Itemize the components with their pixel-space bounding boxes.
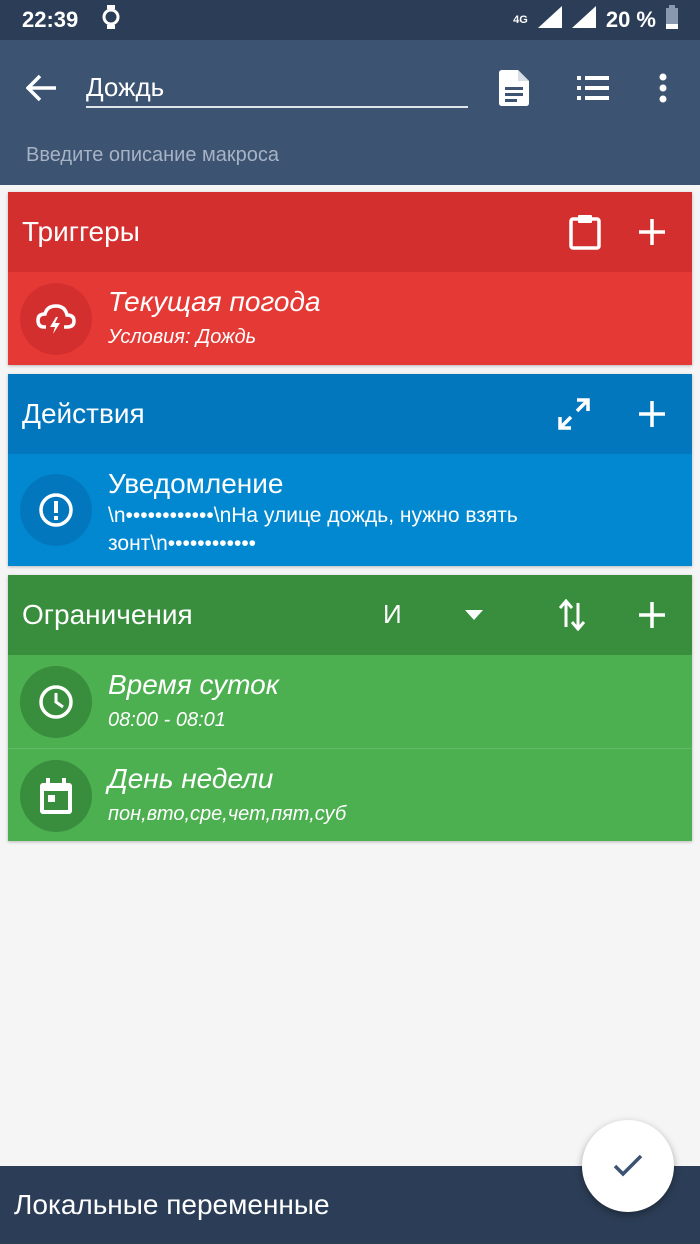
check-icon [613,1154,643,1177]
macro-description-input[interactable]: Введите описание макроса [26,144,279,167]
constraint-title: Время суток [108,669,279,700]
document-icon[interactable] [492,66,536,110]
watch-icon [102,5,120,35]
constraint-item-day[interactable]: День недели пон,вто,сре,чет,пят,суб [8,748,692,841]
network-type: 4G [513,13,528,26]
triggers-title: Триггеры [22,216,140,247]
clock-icon [20,666,92,738]
action-item[interactable]: Уведомление \n••••••••••••\nНа улице дож… [8,454,692,566]
add-trigger-icon[interactable] [630,210,674,254]
constraints-title: Ограничения [22,599,193,630]
constraints-header: Ограничения И [8,575,692,655]
save-button[interactable] [582,1120,674,1212]
expand-icon[interactable] [552,392,596,436]
actions-title: Действия [22,398,145,429]
actions-header: Действия [8,374,692,454]
back-icon[interactable] [22,68,62,108]
constraint-title: День недели [108,763,274,794]
trigger-title: Текущая погода [108,286,321,317]
triggers-section: Триггеры Текущая погода Условия: Дождь [8,192,692,365]
clipboard-icon[interactable] [563,210,607,254]
constraint-subtitle: пон,вто,сре,чет,пят,суб [108,803,347,825]
list-icon[interactable] [571,66,615,110]
battery-icon [666,5,678,35]
constraint-subtitle: 08:00 - 08:01 [108,709,226,731]
app-toolbar: Дождь Введите описание макроса [0,40,700,185]
signal-icon [537,6,562,34]
more-vertical-icon[interactable] [641,66,685,110]
macro-name-input[interactable]: Дождь [86,66,468,108]
actions-section: Действия Уведомление \n••••••••••••\nНа … [8,374,692,566]
action-title: Уведомление [108,468,284,499]
logic-selector[interactable]: И [383,599,402,630]
action-subtitle: \n••••••••••••\nНа улице дождь, нужно вз… [108,504,518,555]
sort-icon[interactable] [550,593,594,637]
trigger-subtitle: Условия: Дождь [108,326,257,348]
cloud-lightning-icon [20,283,92,355]
add-action-icon[interactable] [630,392,674,436]
signal-icon-2 [571,6,596,34]
local-variables-label: Локальные переменные [14,1189,330,1220]
trigger-item[interactable]: Текущая погода Условия: Дождь [8,272,692,365]
battery-level: 20 % [605,7,656,32]
constraints-section: Ограничения И Время суток 08:00 - 08:01 … [8,575,692,841]
status-bar: 22:39 4G 20 % [0,0,700,40]
add-constraint-icon[interactable] [630,593,674,637]
constraint-item-time[interactable]: Время суток 08:00 - 08:01 [8,655,692,748]
alert-circle-icon [20,474,92,546]
status-time: 22:39 [22,7,79,32]
triggers-header: Триггеры [8,192,692,272]
chevron-down-icon[interactable] [452,593,496,637]
calendar-icon [20,760,92,832]
